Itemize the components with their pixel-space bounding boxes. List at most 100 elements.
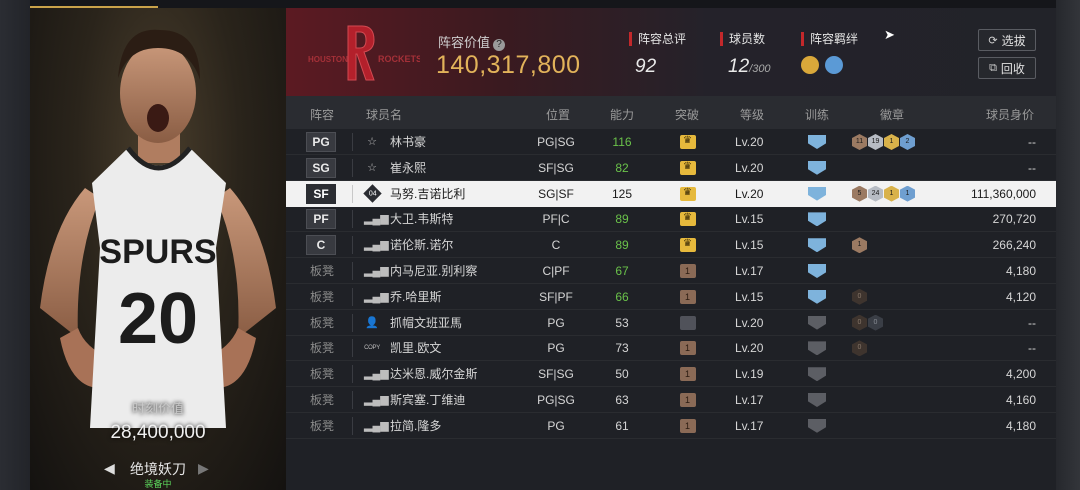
- player-ability: 50: [615, 367, 629, 382]
- player-ability: 61: [615, 418, 629, 433]
- col-badges[interactable]: 徽章: [880, 106, 904, 123]
- player-level: Lv.15: [735, 289, 764, 304]
- col-ability[interactable]: 能力: [610, 106, 634, 123]
- player-portrait: SPURS 20: [40, 29, 276, 428]
- breakthrough-crown-icon[interactable]: [680, 264, 696, 278]
- player-level: Lv.20: [735, 160, 764, 175]
- lineup-bond[interactable]: 阵容羁绊: [801, 32, 858, 74]
- jersey-team-text: SPURS: [99, 233, 216, 271]
- badge-icon[interactable]: 11: [852, 134, 867, 150]
- col-training[interactable]: 训练: [805, 106, 829, 123]
- player-price: --: [1028, 160, 1036, 175]
- badge-icon[interactable]: 1: [900, 185, 915, 202]
- help-icon[interactable]: ?: [493, 39, 506, 51]
- breakthrough-crown-icon[interactable]: [680, 367, 696, 382]
- player-level: Lv.19: [735, 367, 764, 382]
- player-card[interactable]: SPURS 20 时刻价值 28,400,000 ◀ 绝境妖刀 ▶ 装备中: [30, 8, 286, 490]
- skin-selector: ◀ 绝境妖刀 ▶: [30, 459, 286, 479]
- table-row[interactable]: PG ☆ 林书豪 PG|SG 116 Lv.20 111912 --: [286, 129, 1056, 155]
- breakthrough-crown-icon[interactable]: [680, 160, 696, 175]
- breakthrough-crown-icon[interactable]: [680, 289, 696, 304]
- breakthrough-crown-icon[interactable]: [680, 341, 696, 356]
- breakthrough-crown-icon[interactable]: [680, 186, 696, 201]
- table-row[interactable]: 板凳 ▂▄▆ 达米恩.威尔金斯 SF|SG 50 Lv.19 4,200: [286, 361, 1056, 388]
- select-button[interactable]: ⟳ 选拔: [978, 29, 1036, 51]
- breakthrough-crown-icon[interactable]: [680, 134, 696, 149]
- equipped-status: 装备中: [144, 479, 172, 489]
- open-mouth: [147, 104, 169, 132]
- breakthrough-crown-icon[interactable]: [680, 315, 696, 330]
- lineup-rating: 阵容总评 92: [629, 32, 686, 78]
- badge-icon[interactable]: 0: [868, 314, 883, 331]
- lineup-header: HOUSTON ROCKETS 阵容价值? 140,317,800 阵容总评 9…: [286, 8, 1056, 96]
- table-row[interactable]: PF ▂▄▆ 大卫.韦斯特 PF|C 89 Lv.15 270,720: [286, 206, 1056, 233]
- table-row[interactable]: C ▂▄▆ 诺伦斯.诺尔 C 89 Lv.15 1 266,240: [286, 232, 1056, 259]
- player-price: 4,200: [1005, 367, 1036, 382]
- recycle-icon: ⧉: [989, 61, 997, 74]
- player-count-max: /300: [749, 63, 771, 75]
- player-price: 111,360,000: [971, 186, 1036, 201]
- badge-icon[interactable]: 1: [884, 134, 899, 150]
- badge-icon[interactable]: 0: [852, 340, 867, 357]
- badge-icon[interactable]: 1: [884, 185, 899, 202]
- player-ability: 82: [615, 160, 629, 175]
- bond-blue-icon[interactable]: [825, 56, 843, 74]
- roster-table-header: 阵容 球员名 位置 能力 突破 等级 训练 徽章 球员身价: [286, 96, 1056, 129]
- col-lineup[interactable]: 阵容: [310, 106, 334, 123]
- player-price: 270,720: [992, 212, 1036, 227]
- table-row[interactable]: 板凳 ▂▄▆ 乔.哈里斯 SF|PF 66 Lv.15 0 4,120: [286, 284, 1056, 310]
- badge-icon[interactable]: 5: [852, 185, 867, 202]
- skin-name: 绝境妖刀: [130, 461, 186, 477]
- player-level: Lv.15: [735, 238, 764, 253]
- table-row[interactable]: 板凳 ▂▄▆ 拉简.隆多 PG 61 Lv.17 4,180: [286, 413, 1056, 439]
- badge-icon[interactable]: 0: [852, 314, 867, 331]
- table-row[interactable]: 板凳 ▂▄▆ 斯宾塞.丁维迪 PG|SG 63 Lv.17 4,160: [286, 387, 1056, 413]
- badge-icon[interactable]: 19: [868, 134, 883, 150]
- table-row[interactable]: SF 04 马努.吉诺比利 SG|SF 125 Lv.20 52411 111,…: [286, 180, 1056, 207]
- table-row[interactable]: 板凳 👤 抓帽文班亚馬 PG 53 Lv.20 00 --: [286, 310, 1056, 336]
- breakthrough-crown-icon[interactable]: [680, 393, 696, 407]
- player-price: --: [1028, 135, 1036, 149]
- player-price: 266,240: [992, 238, 1036, 253]
- jersey-number-text: 20: [118, 279, 198, 359]
- player-level: Lv.15: [735, 212, 764, 227]
- svg-text:ROCKETS: ROCKETS: [378, 54, 420, 64]
- badge-list: 0: [852, 288, 867, 305]
- player-level: Lv.20: [735, 341, 764, 356]
- badge-icon[interactable]: 1: [852, 237, 867, 254]
- svg-text:HOUSTON: HOUSTON: [308, 55, 348, 64]
- breakthrough-crown-icon[interactable]: [680, 211, 696, 227]
- badge-list: 0: [852, 340, 867, 357]
- col-price[interactable]: 球员身价: [986, 106, 1034, 123]
- left-edge-background: [0, 0, 30, 490]
- player-price: 4,180: [1005, 418, 1036, 433]
- right-edge-background: [1056, 0, 1080, 490]
- mouse-cursor-icon: ➤: [884, 27, 895, 42]
- col-player-name[interactable]: 球员名: [366, 106, 402, 123]
- player-level: Lv.20: [735, 186, 764, 201]
- player-level: Lv.17: [735, 264, 764, 278]
- badge-icon[interactable]: 2: [900, 134, 915, 150]
- bond-gold-icon[interactable]: [801, 56, 819, 74]
- team-logo-icon: HOUSTON ROCKETS: [308, 25, 420, 81]
- table-row[interactable]: SG ☆ 崔永熙 SF|SG 82 Lv.20 --: [286, 155, 1056, 181]
- badge-icon[interactable]: 24: [868, 185, 883, 202]
- col-position[interactable]: 位置: [546, 106, 570, 123]
- next-skin-arrow-icon[interactable]: ▶: [198, 460, 209, 477]
- player-price: --: [1028, 315, 1036, 330]
- breakthrough-crown-icon[interactable]: [680, 237, 696, 253]
- breakthrough-crown-icon[interactable]: [680, 418, 696, 433]
- badge-list: 00: [852, 314, 883, 331]
- badge-icon[interactable]: 0: [852, 288, 867, 305]
- col-level[interactable]: 等级: [740, 106, 764, 123]
- moment-value-label: 时刻价值: [131, 401, 184, 416]
- badge-list: 1: [852, 237, 867, 254]
- table-row[interactable]: 板凳 COPY 凯里.欧文 PG 73 Lv.20 0 --: [286, 335, 1056, 362]
- player-price: --: [1028, 341, 1036, 356]
- col-breakthrough[interactable]: 突破: [675, 106, 699, 123]
- table-row[interactable]: 板凳 ▂▄▆ 内马尼亚.别利察 C|PF 67 Lv.17 4,180: [286, 258, 1056, 284]
- badge-list: 11 19 1 2: [852, 134, 915, 150]
- top-tab-strip: [30, 0, 1056, 8]
- recycle-button[interactable]: ⧉ 回收: [978, 57, 1036, 79]
- badge-list: 5 24 1 1: [852, 185, 915, 202]
